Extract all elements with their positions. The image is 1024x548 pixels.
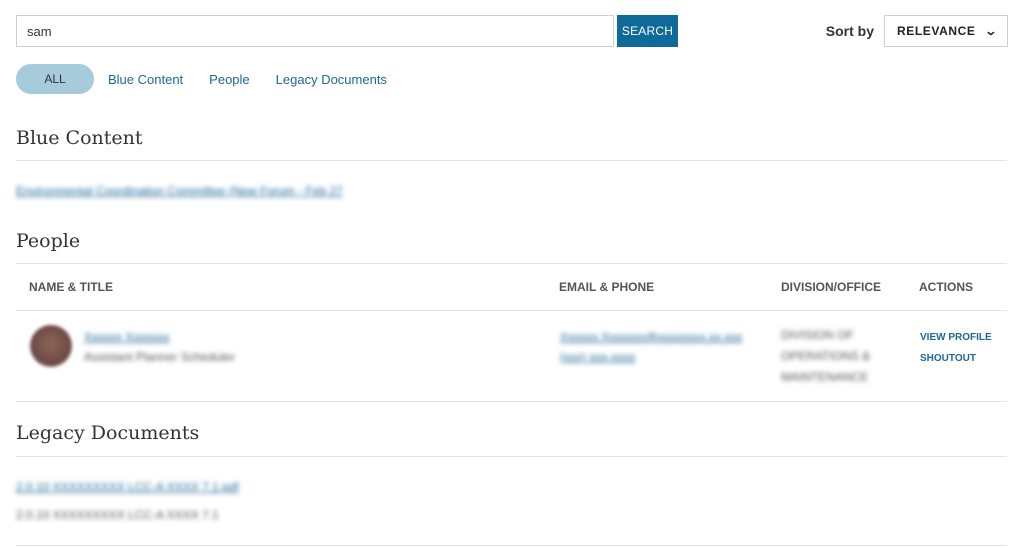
- legacy-document-description: 2.0.10 XXXXXXXXX LCC-A XXXX 7.1: [16, 508, 219, 522]
- person-title: Assistant Planner Scheduler: [84, 350, 235, 364]
- filter-tab-legacy-documents[interactable]: Legacy Documents: [276, 72, 387, 87]
- person-email-link[interactable]: Xxxxxx.Xxxxxxx@xxxxxxxx.xx.xxx: [560, 330, 742, 344]
- person-division-line: MAINTENANCE: [781, 370, 869, 384]
- column-header-division: DIVISION/OFFICE: [781, 280, 882, 294]
- blue-content-result-link[interactable]: Environmental Coordination Committee (Ne…: [16, 184, 343, 198]
- person-name-link[interactable]: Xxxxxx Xxxxxxx: [84, 330, 169, 344]
- divider: [16, 545, 1007, 546]
- divider: [16, 310, 1007, 311]
- sort-select[interactable]: RELEVANCE ⌄: [884, 15, 1008, 47]
- shoutout-button[interactable]: SHOUTOUT: [920, 353, 976, 364]
- sort-selected-value: RELEVANCE: [897, 24, 976, 38]
- person-division-line: DIVISION OF: [781, 328, 854, 342]
- person-phone-link[interactable]: (xxx) xxx-xxxx: [560, 350, 635, 364]
- section-title-people: People: [16, 230, 81, 252]
- filter-tab-people[interactable]: People: [209, 72, 249, 87]
- sort-label: Sort by: [825, 23, 874, 39]
- filter-tab-all[interactable]: ALL: [16, 64, 94, 94]
- column-header-email-phone: EMAIL & PHONE: [559, 280, 655, 294]
- view-profile-button[interactable]: VIEW PROFILE: [920, 332, 992, 343]
- divider: [16, 263, 1007, 264]
- filter-tab-blue-content[interactable]: Blue Content: [108, 72, 183, 87]
- search-input[interactable]: [16, 15, 614, 47]
- column-header-actions: ACTIONS: [919, 280, 973, 294]
- section-title-blue-content: Blue Content: [16, 127, 143, 149]
- search-bar: SEARCH: [16, 15, 678, 47]
- divider: [16, 401, 1007, 402]
- divider: [16, 456, 1007, 457]
- chevron-down-icon: ⌄: [984, 24, 999, 38]
- avatar: [30, 325, 72, 367]
- search-button[interactable]: SEARCH: [617, 15, 678, 47]
- legacy-document-link[interactable]: 2.0.10 XXXXXXXXX LCC-A XXXX 7.1.pdf: [16, 480, 239, 494]
- filter-tabs: ALL Blue Content People Legacy Documents: [16, 64, 399, 94]
- column-header-name-title: NAME & TITLE: [29, 280, 113, 294]
- divider: [16, 160, 1007, 161]
- person-division-line: OPERATIONS &: [781, 349, 871, 363]
- section-title-legacy-documents: Legacy Documents: [16, 422, 200, 444]
- sort-control: Sort by RELEVANCE ⌄: [826, 15, 1008, 47]
